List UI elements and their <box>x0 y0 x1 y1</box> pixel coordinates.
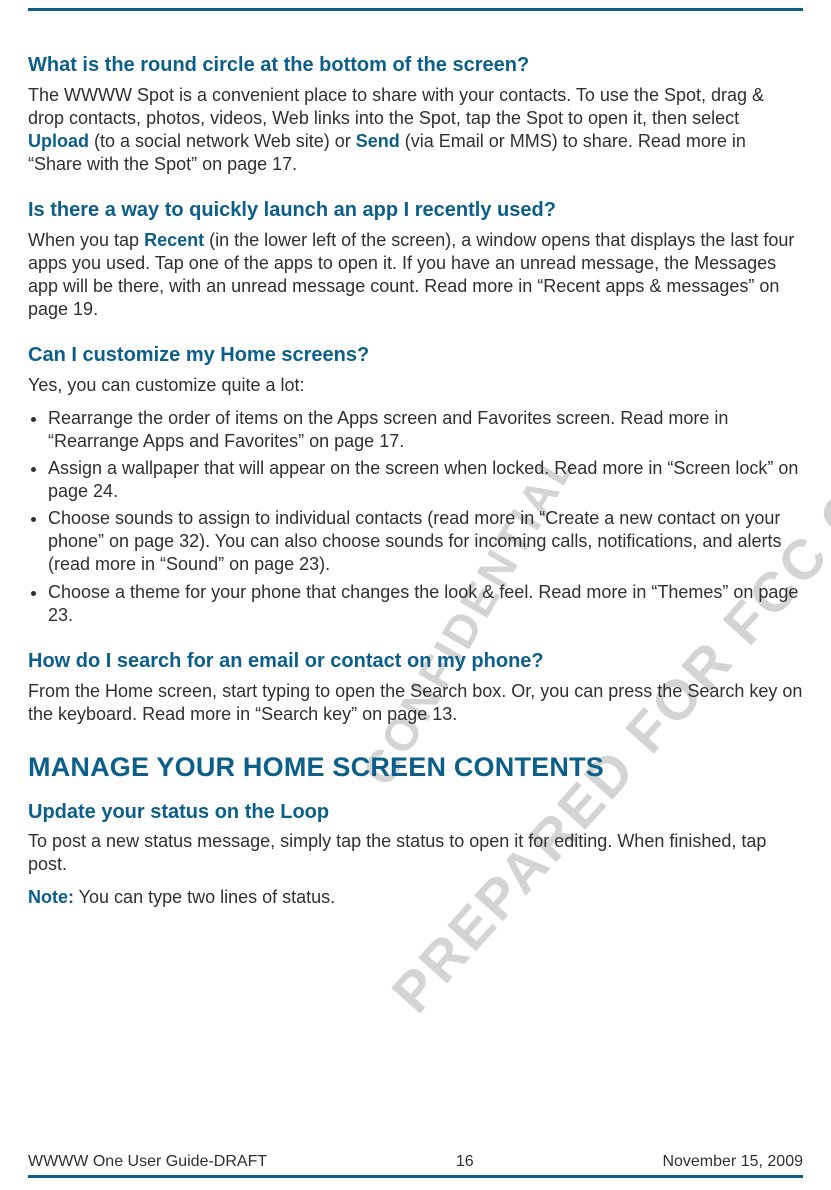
footer: WWWW One User Guide-DRAFT 16 November 15… <box>28 1153 803 1178</box>
list-item: Choose sounds to assign to individual co… <box>48 507 803 576</box>
footer-rule <box>28 1175 803 1178</box>
text: The WWWW Spot is a convenient place to s… <box>28 85 764 128</box>
heading-q3: Can I customize my Home screens? <box>28 343 803 368</box>
page: PREPARED FOR FCC CERTIFICATION CONFIDENT… <box>0 0 831 1190</box>
keyword-send: Send <box>356 131 400 151</box>
footer-date: November 15, 2009 <box>662 1153 803 1171</box>
content: What is the round circle at the bottom o… <box>28 11 803 909</box>
list-item: Assign a wallpaper that will appear on t… <box>48 457 803 503</box>
subsection-heading: Update your status on the Loop <box>28 801 803 824</box>
paragraph-sub1: To post a new status message, simply tap… <box>28 830 803 876</box>
footer-page-number: 16 <box>456 1153 474 1171</box>
note-label: Note: <box>28 887 74 907</box>
list-item: Rearrange the order of items on the Apps… <box>48 407 803 453</box>
text: (to a social network Web site) or <box>89 131 356 151</box>
list-item: Choose a theme for your phone that chang… <box>48 581 803 627</box>
heading-q2: Is there a way to quickly launch an app … <box>28 198 803 223</box>
heading-q4: How do I search for an email or contact … <box>28 649 803 674</box>
heading-q1: What is the round circle at the bottom o… <box>28 53 803 78</box>
keyword-recent: Recent <box>144 230 204 250</box>
note-line: Note: You can type two lines of status. <box>28 886 803 909</box>
text: When you tap <box>28 230 144 250</box>
paragraph-q1: The WWWW Spot is a convenient place to s… <box>28 84 803 176</box>
paragraph-q2: When you tap Recent (in the lower left o… <box>28 229 803 321</box>
footer-left: WWWW One User Guide-DRAFT <box>28 1153 267 1171</box>
lead-q3: Yes, you can customize quite a lot: <box>28 374 803 397</box>
note-text: You can type two lines of status. <box>74 887 335 907</box>
section-heading: MANAGE YOUR HOME SCREEN CONTENTS <box>28 752 803 783</box>
bullet-list-q3: Rearrange the order of items on the Apps… <box>28 407 803 626</box>
paragraph-q4: From the Home screen, start typing to op… <box>28 680 803 726</box>
keyword-upload: Upload <box>28 131 89 151</box>
footer-row: WWWW One User Guide-DRAFT 16 November 15… <box>28 1153 803 1175</box>
